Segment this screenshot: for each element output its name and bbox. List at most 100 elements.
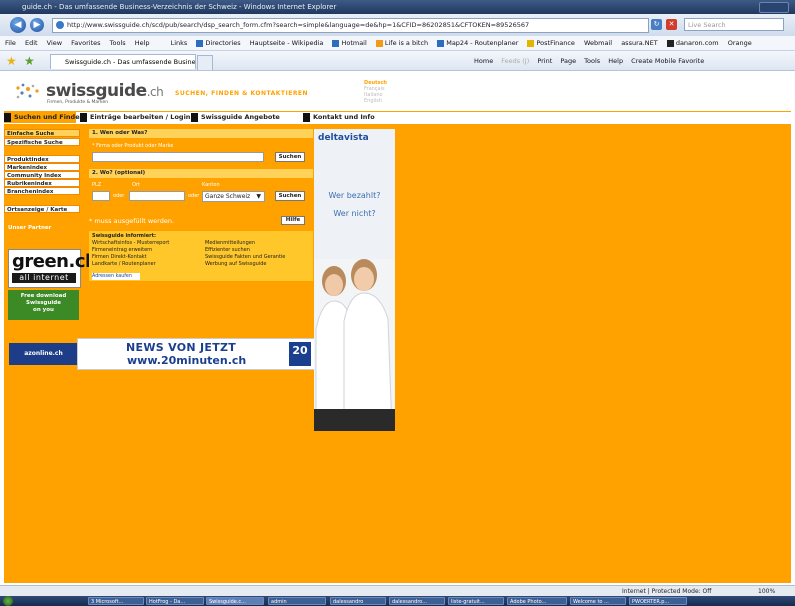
info-link-medienmitteilungen[interactable]: Medienmitteilungen: [205, 240, 255, 246]
live-search-input[interactable]: Live Search: [684, 18, 784, 31]
green-ch-banner[interactable]: green.ch all internet: [8, 249, 98, 288]
tab-title: Swissguide.ch - Das umfassende Business-…: [65, 58, 196, 66]
task-dalessandro-2[interactable]: dalessandro...: [389, 597, 445, 605]
sidebar-item-ortsanzeige[interactable]: Ortsanzeige / Karte: [4, 205, 80, 213]
sidebar-item-spezifische-suche[interactable]: Spezifische Suche: [4, 138, 80, 146]
help-button[interactable]: Help: [608, 57, 623, 65]
sidebar-item-branchenindex[interactable]: Branchenindex: [4, 187, 80, 195]
menu-help[interactable]: Help: [135, 39, 150, 47]
mobile-favorite-button[interactable]: Create Mobile Favorite: [631, 57, 704, 65]
sidebar-item-rubrikenindex[interactable]: Rubrikenindex: [4, 179, 80, 187]
firma-hint: * Firma oder Produkt oder Marke: [92, 143, 174, 149]
menu-tools[interactable]: Tools: [110, 39, 126, 47]
window-controls[interactable]: [759, 2, 789, 13]
info-link-wirtschaftsinfos[interactable]: Wirtschaftsinfos - Musterreport: [92, 240, 169, 246]
sidebar-item-produktindex[interactable]: Produktindex: [4, 155, 80, 163]
link-life[interactable]: Life is a bitch: [375, 39, 428, 47]
add-favorite-icon[interactable]: ★: [24, 54, 35, 68]
free-download-line3: on you: [33, 307, 54, 313]
info-link-direkt-kontakt[interactable]: Firmen Direkt-Kontakt: [92, 254, 147, 260]
link-assura[interactable]: assura.NET: [621, 39, 658, 47]
kanton-select[interactable]: Ganze Schweiz ▼: [202, 191, 265, 202]
refresh-icon[interactable]: ↻: [651, 19, 662, 30]
search-button-2[interactable]: Suchen: [275, 191, 305, 201]
site-logo[interactable]: swissguide.ch: [46, 81, 164, 101]
ad-question-1: Wer bezahlt?: [328, 191, 381, 200]
swissguide-logo-icon: [16, 83, 39, 99]
sidebar-item-community[interactable]: Community Index: [4, 171, 80, 179]
nav-suchen-finden[interactable]: Suchen und Finden: [4, 112, 84, 123]
deltavista-ad[interactable]: deltavista Wer bezahlt? Wer nicht?: [314, 129, 395, 431]
link-directories[interactable]: Directories: [196, 39, 241, 47]
news-line2: www.20minuten.ch: [127, 354, 247, 367]
site-header: swissguide.ch Firmen, Produkte & Marken …: [4, 71, 791, 111]
favorites-star-icon[interactable]: ★: [6, 54, 17, 68]
link-wikipedia[interactable]: Hauptseite - Wikipedia: [250, 39, 324, 47]
info-link-landkarte[interactable]: Landkarte / Routenplaner: [92, 261, 156, 267]
task-microsoft[interactable]: 3 Microsoft...: [88, 597, 144, 605]
free-download-banner[interactable]: Free download Swissguide on you: [8, 290, 79, 320]
menu-file[interactable]: File: [5, 39, 16, 47]
language-selector: Deutsch Français Italiano English: [364, 80, 387, 104]
tools-button[interactable]: Tools: [584, 57, 600, 65]
azonline-banner[interactable]: azonline.ch: [9, 343, 78, 365]
page-button[interactable]: Page: [560, 57, 576, 65]
forward-icon[interactable]: ▶: [30, 18, 44, 32]
menu-edit[interactable]: Edit: [25, 39, 38, 47]
info-link-adressen[interactable]: Adressen kaufen: [92, 273, 140, 280]
plz-input[interactable]: [92, 191, 110, 201]
free-download-line2: Swissguide: [26, 300, 61, 306]
task-hotfrog[interactable]: HotFrog - Da...: [146, 597, 204, 605]
task-pwoerter[interactable]: PWOERTER.p...: [629, 597, 687, 605]
green-ch-logo: green.ch: [12, 251, 98, 272]
new-tab-button[interactable]: [197, 55, 213, 70]
link-danaron[interactable]: danaron.com: [666, 39, 719, 47]
url-field[interactable]: http://www.swissguide.ch/scd/pub/search/…: [52, 18, 649, 33]
task-dalessandro[interactable]: dalessandro: [330, 597, 386, 605]
kanton-select-value: Ganze Schweiz: [205, 193, 251, 200]
print-button[interactable]: Print: [537, 57, 552, 65]
back-icon[interactable]: ◀: [10, 17, 26, 33]
task-swissguide[interactable]: Swissguide.c...: [206, 597, 264, 605]
feeds-button[interactable]: Feeds (J): [501, 57, 529, 65]
section-wo: 2. Wo? (optional): [89, 169, 313, 178]
news-banner[interactable]: NEWS VON JETZT www.20minuten.ch 20: [77, 338, 315, 370]
info-link-werbung[interactable]: Werbung auf Swissguide: [205, 261, 266, 267]
sidebar-item-einfache-suche[interactable]: Einfache Suche: [4, 129, 80, 137]
info-box: Swissguide informiert: Wirtschaftsinfos …: [89, 231, 313, 281]
tab-swissguide[interactable]: Swissguide.ch - Das umfassende Business-…: [50, 54, 196, 69]
link-postfinance[interactable]: PostFinance: [527, 39, 575, 47]
kanton-label: Kanton: [202, 182, 220, 188]
link-webmail[interactable]: Webmail: [584, 39, 612, 47]
info-link-effizienter[interactable]: Effizienter suchen: [205, 247, 250, 253]
main-nav: Suchen und Finden Einträge bearbeiten / …: [4, 112, 791, 124]
link-orange[interactable]: Orange: [728, 39, 752, 47]
command-bar: Home Feeds (J) Print Page Tools Help Cre…: [474, 55, 710, 67]
stop-icon[interactable]: ✕: [666, 19, 677, 30]
ort-input[interactable]: [129, 191, 185, 201]
info-link-firmeneintrag[interactable]: Firmeneintrag erweitern: [92, 247, 152, 253]
task-admin[interactable]: admin: [268, 597, 326, 605]
nav-kontakt[interactable]: Kontakt und Info: [303, 112, 385, 123]
menu-favorites[interactable]: Favorites: [71, 39, 100, 47]
info-link-fakten[interactable]: Swissguide Fakten und Gerantie: [205, 254, 285, 260]
menu-view[interactable]: View: [47, 39, 62, 47]
logo-subtitle: Firmen, Produkte & Marken: [47, 100, 109, 105]
search-button[interactable]: Suchen: [275, 152, 305, 162]
home-button[interactable]: Home: [474, 57, 493, 65]
start-button-icon[interactable]: [3, 596, 13, 606]
task-welcome[interactable]: Welcome to ...: [570, 597, 626, 605]
link-map24[interactable]: Map24 - Routenplaner: [437, 39, 518, 47]
page-content: swissguide.ch Firmen, Produkte & Marken …: [4, 71, 791, 583]
lang-english[interactable]: English: [364, 98, 387, 104]
link-hotmail[interactable]: Hotmail: [332, 39, 367, 47]
tab-bar: ★ ★ Swissguide.ch - Das umfassende Busin…: [0, 51, 795, 71]
links-label: Links: [170, 39, 188, 47]
nav-eintraege[interactable]: Einträge bearbeiten / Login: [80, 112, 190, 123]
help-button-form[interactable]: Hilfe: [281, 216, 305, 225]
sidebar-item-markenindex[interactable]: Markenindex: [4, 163, 80, 171]
nav-angebote[interactable]: Swissguide Angebote: [191, 112, 301, 123]
task-liste-gratuit[interactable]: liste-gratuit...: [448, 597, 504, 605]
firma-input[interactable]: [92, 152, 264, 162]
task-photoshop[interactable]: Adobe Photo...: [507, 597, 567, 605]
